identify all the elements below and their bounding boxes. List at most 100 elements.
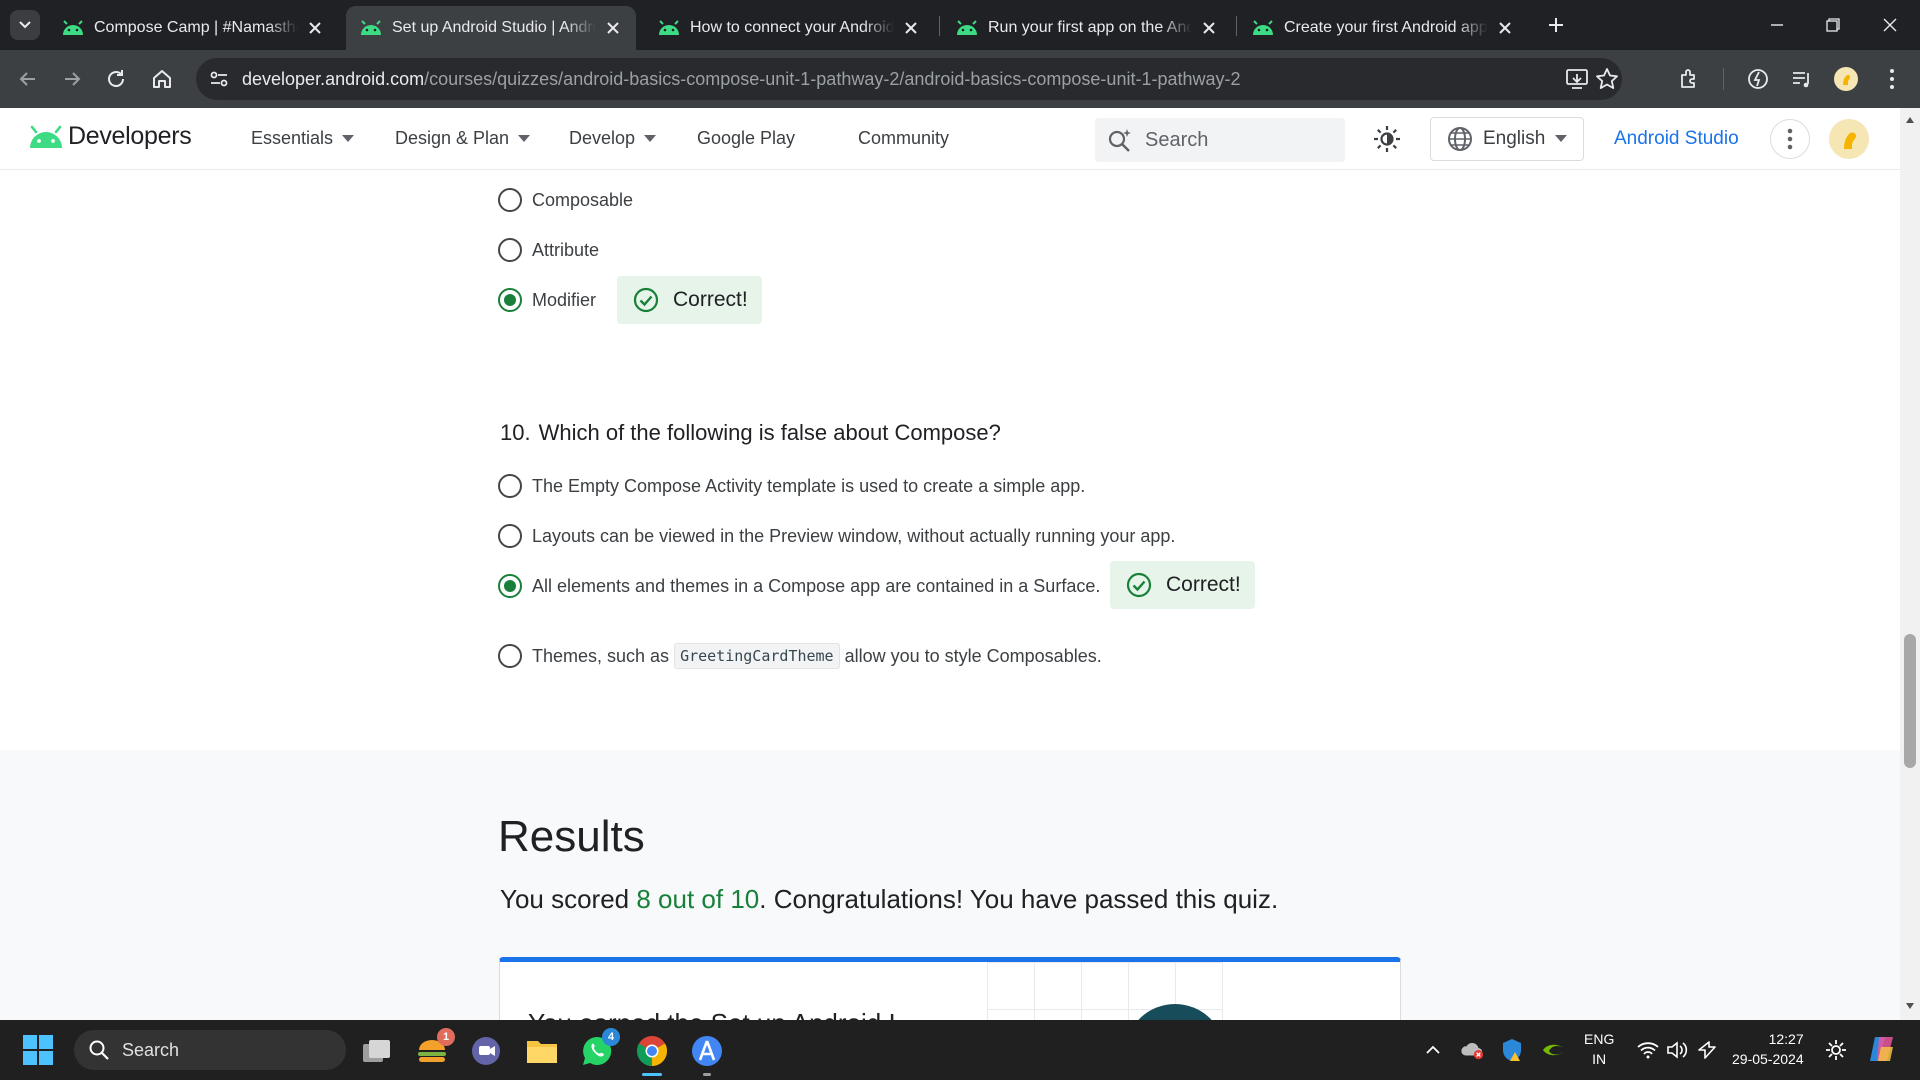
new-tab-button[interactable] [1543,12,1569,38]
account-avatar[interactable] [1829,119,1869,159]
speedometer-icon [1748,69,1768,89]
address-bar[interactable]: developer.android.com/courses/quizzes/an… [196,58,1622,100]
radio-button[interactable] [498,644,522,668]
chevron-up-icon [1426,1045,1440,1054]
browser-tab[interactable]: Create your first Android app [1238,6,1528,50]
feedback-text: Correct! [1166,573,1241,596]
quiz-option-selected[interactable]: All elements and themes in a Compose app… [498,574,1100,598]
globe-icon [1448,127,1472,151]
security-tray[interactable] [1500,1038,1524,1062]
restore-button[interactable] [1813,10,1853,40]
nav-label: Design & Plan [395,128,510,148]
clock-time: 12:27 [1768,1031,1804,1047]
install-app-icon[interactable] [1564,66,1590,92]
android-studio-link[interactable]: Android Studio [1614,128,1739,150]
developers-logo[interactable]: Developers [28,122,192,151]
chat-camera-icon [472,1037,500,1065]
start-button[interactable] [22,1034,54,1066]
site-search-input[interactable]: Search [1095,118,1345,162]
more-options-button[interactable] [1770,119,1810,159]
radio-button-checked[interactable] [498,288,522,312]
radio-button[interactable] [498,474,522,498]
quiz-option[interactable]: Themes, such as GreetingCardTheme allow yo… [498,643,1102,669]
browser-tab-active[interactable]: Set up Android Studio | Android Develope… [346,6,636,50]
scroll-down-icon[interactable] [1905,1002,1915,1010]
nvidia-tray[interactable] [1541,1038,1565,1062]
input-language-indicator[interactable]: ENG IN [1584,1029,1614,1069]
onedrive-tray[interactable] [1460,1038,1484,1062]
nav-develop[interactable]: Develop [569,128,657,149]
language-select[interactable]: English [1430,117,1584,161]
task-view-button[interactable] [358,1032,396,1070]
android-favicon-icon [957,20,977,35]
close-window-button[interactable] [1870,10,1910,40]
file-explorer-button[interactable] [523,1032,561,1070]
volume-tray[interactable] [1665,1038,1689,1062]
close-tab-icon[interactable] [1496,19,1514,37]
running-app-indicator [703,1073,711,1076]
radio-button[interactable] [498,238,522,262]
folder-icon [527,1041,557,1063]
tab-title: Set up Android Studio | Android Develope… [392,19,596,36]
quiz-option[interactable]: Attribute [498,238,599,262]
shield-warning-icon [1503,1039,1521,1061]
profile-button[interactable] [1830,63,1862,95]
nav-community[interactable]: Community [858,128,949,149]
performance-button[interactable] [1742,63,1774,95]
nav-essentials[interactable]: Essentials [251,128,355,149]
browser-tab[interactable]: How to connect your Android device [644,6,934,50]
whatsapp-button[interactable]: 4 [578,1028,620,1070]
android-studio-button[interactable] [688,1032,726,1076]
inline-code: GreetingCardTheme [674,643,840,669]
wifi-tray[interactable] [1636,1038,1660,1062]
page-scrollbar[interactable] [1900,108,1920,1020]
quiz-option-selected[interactable]: Modifier [498,288,596,312]
scrollbar-thumb[interactable] [1904,634,1916,768]
close-icon [1883,18,1897,32]
taskbar-search[interactable]: Search [74,1030,346,1070]
quiz-option[interactable]: The Empty Compose Activity template is u… [498,474,1085,498]
battery-tray[interactable] [1694,1038,1718,1062]
tab-title: How to connect your Android device [690,19,894,36]
tab-search-button[interactable] [10,10,40,40]
browser-tab[interactable]: Compose Camp | #NamastheAndroid [48,6,338,50]
url-path: /courses/quizzes/android-basics-compose-… [424,69,1241,89]
quiz-option[interactable]: Layouts can be viewed in the Preview win… [498,524,1175,548]
extensions-button[interactable] [1674,63,1706,95]
bookmark-star-icon[interactable] [1594,66,1620,92]
notification-badge: 1 [437,1028,455,1046]
close-tab-icon[interactable] [306,19,324,37]
teams-chat-button[interactable] [468,1032,506,1070]
widgets-button[interactable]: 1 [413,1028,455,1070]
theme-toggle-button[interactable] [1372,124,1402,154]
copilot-button[interactable] [1866,1033,1898,1065]
forward-button[interactable] [56,63,88,95]
chrome-button[interactable] [633,1032,671,1076]
search-spark-icon [1108,129,1131,152]
back-button[interactable] [12,63,44,95]
close-tab-icon[interactable] [604,19,622,37]
site-info-icon[interactable] [208,68,230,90]
home-button[interactable] [146,63,178,95]
nav-google-play[interactable]: Google Play [697,128,795,149]
system-clock[interactable]: 12:27 29-05-2024 [1732,1029,1804,1069]
option-label: Modifier [532,289,597,310]
nav-design-plan[interactable]: Design & Plan [395,128,531,149]
feedback-text: Correct! [673,288,748,311]
correct-feedback: Correct! [1110,561,1255,609]
show-hidden-icons-button[interactable] [1421,1038,1445,1062]
quiz-option[interactable]: Composable [498,188,633,212]
scroll-up-icon[interactable] [1905,116,1915,124]
media-control-button[interactable] [1786,63,1818,95]
browser-tab[interactable]: Run your first app on the Android Emulat… [942,6,1232,50]
notifications-tray[interactable] [1824,1038,1848,1062]
close-tab-icon[interactable] [902,19,920,37]
radio-button[interactable] [498,188,522,212]
minimize-button[interactable] [1757,10,1797,40]
close-tab-icon[interactable] [1200,19,1218,37]
radio-button[interactable] [498,524,522,548]
reload-button[interactable] [100,63,132,95]
radio-button-checked[interactable] [498,574,522,598]
browser-menu-button[interactable] [1876,63,1908,95]
url-text[interactable]: developer.android.com/courses/quizzes/an… [242,69,1241,90]
